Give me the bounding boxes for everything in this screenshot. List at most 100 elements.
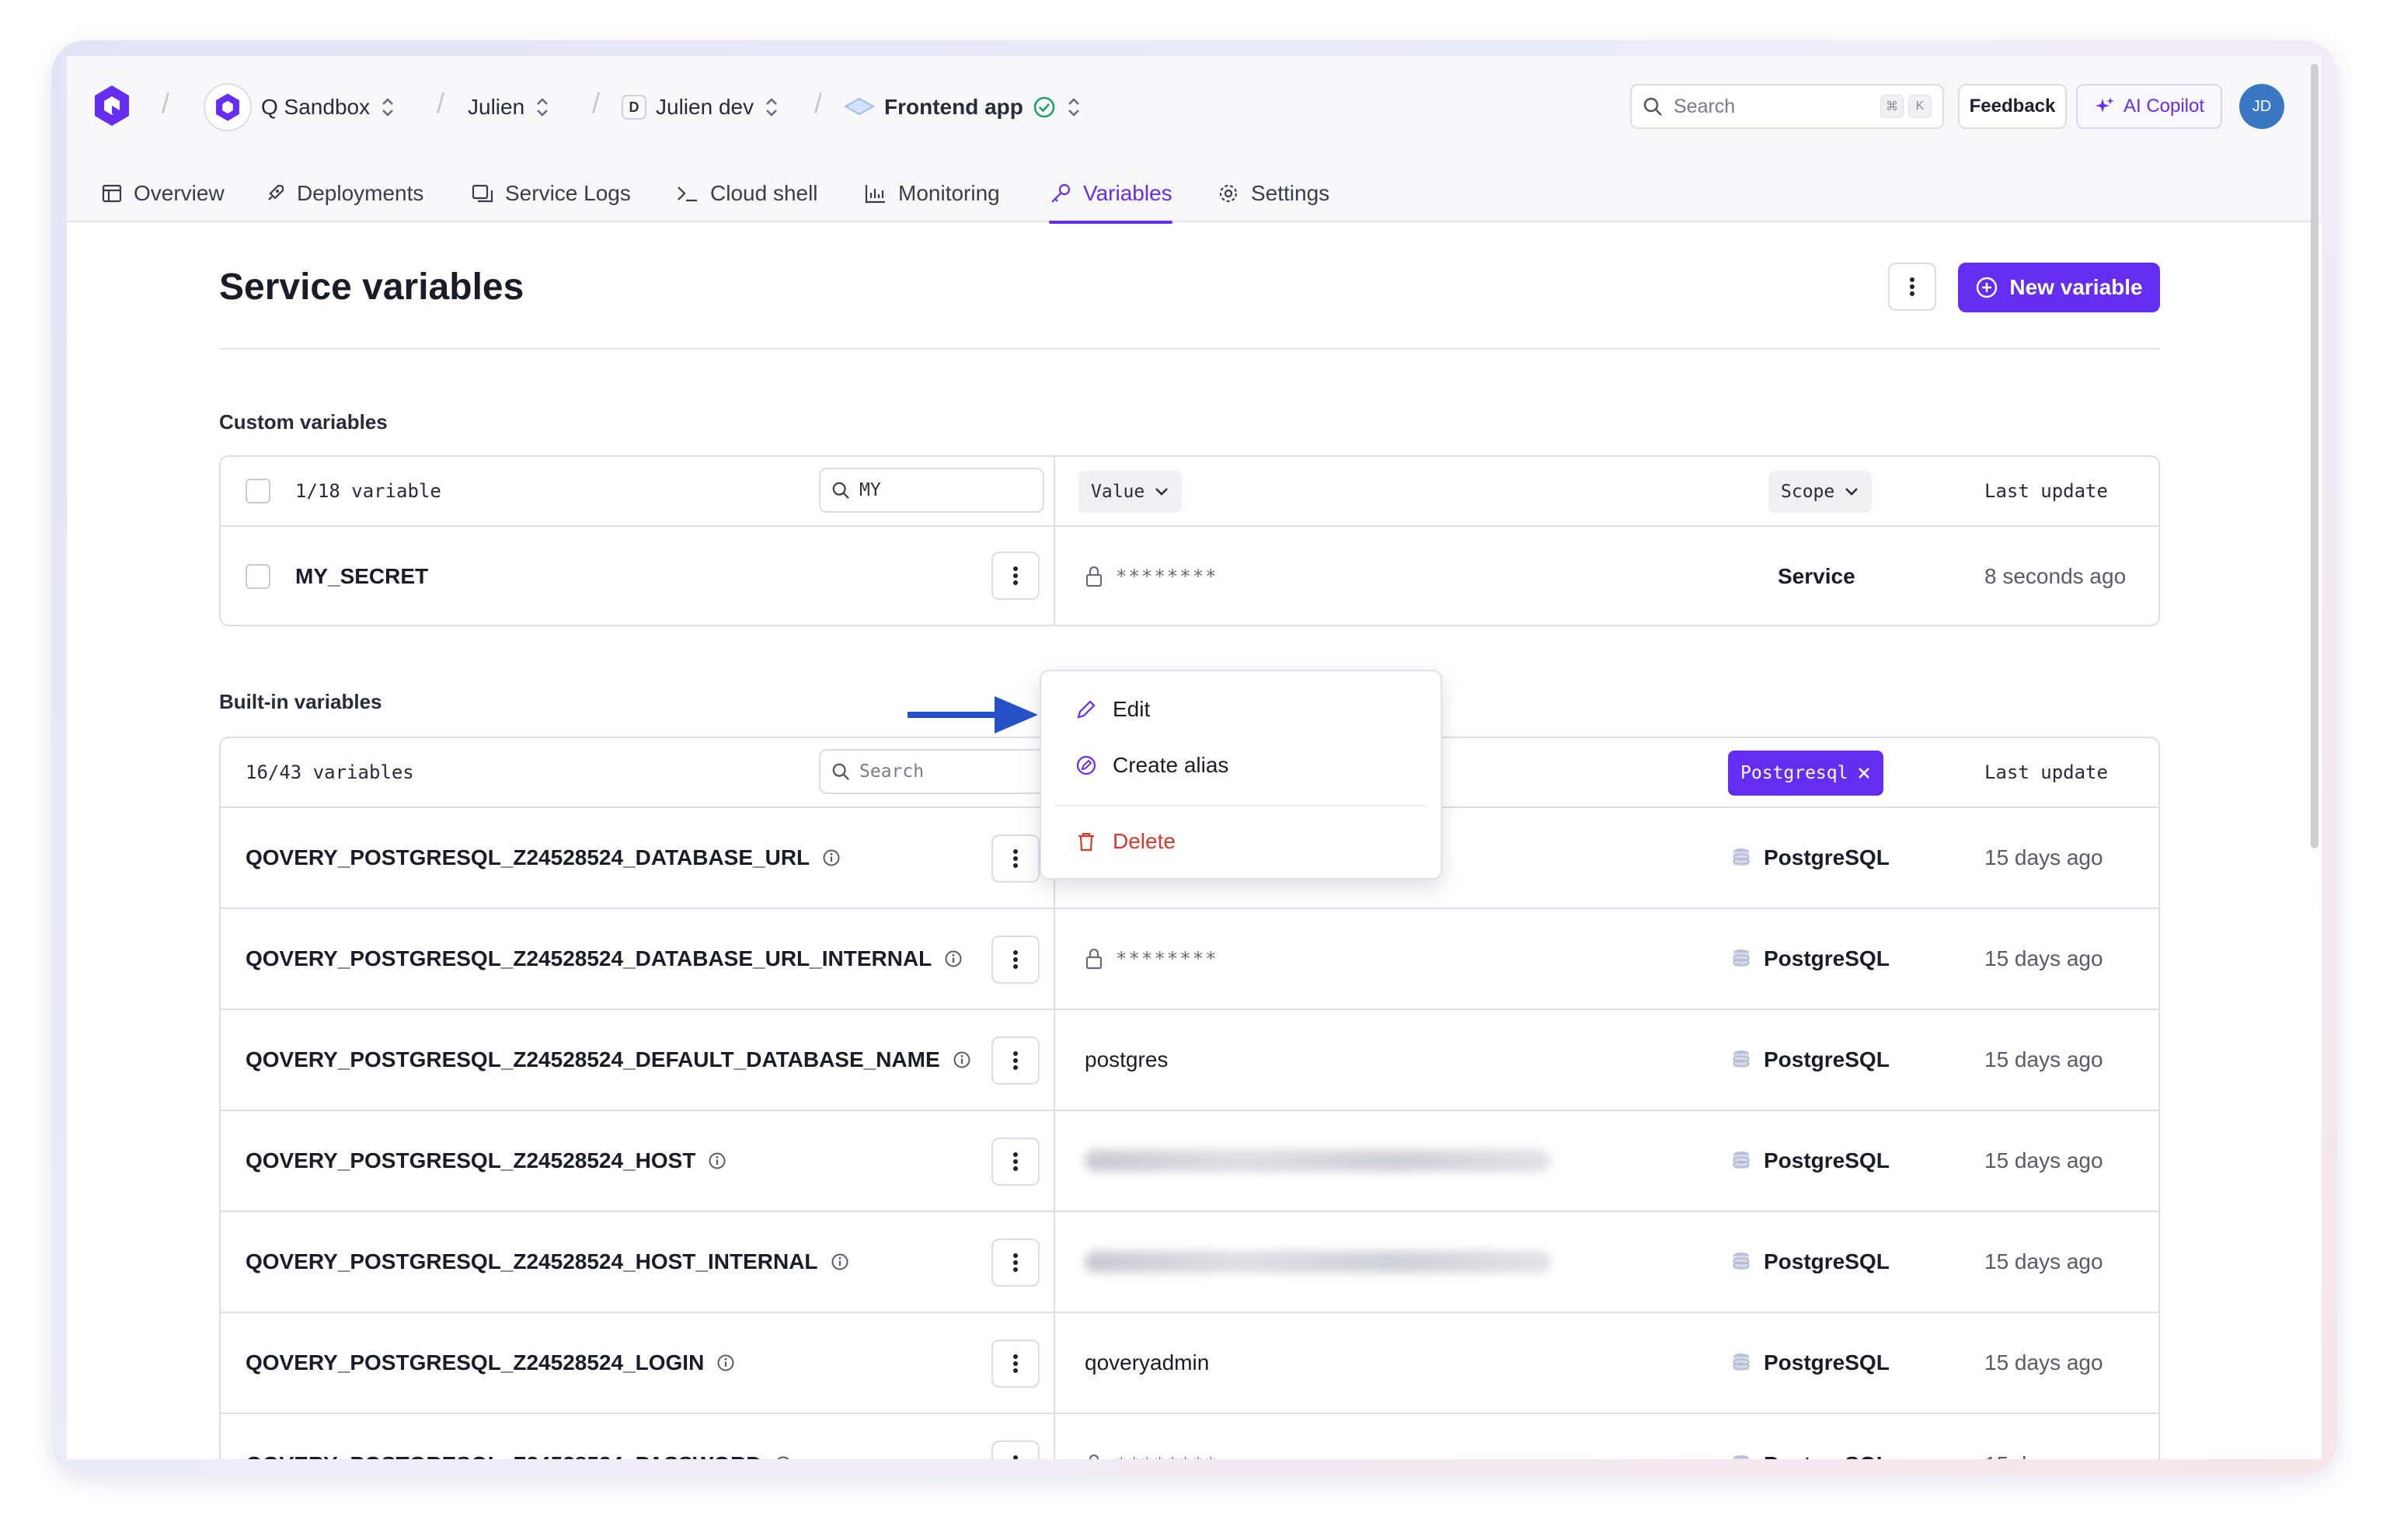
- info-icon[interactable]: [716, 1354, 735, 1372]
- row-context-menu: Edit Create alias Delete: [1040, 670, 1442, 880]
- breadcrumb-separator: /: [592, 87, 601, 119]
- tab-overview[interactable]: Overview: [101, 165, 225, 222]
- info-icon[interactable]: [822, 848, 841, 867]
- row-actions-button[interactable]: [991, 1037, 1040, 1085]
- builtin-search-input[interactable]: Search: [819, 749, 1044, 794]
- variable-name: QOVERY_POSTGRESQL_Z24528524_DATABASE_URL…: [246, 946, 932, 970]
- info-icon[interactable]: [831, 1253, 849, 1271]
- feedback-button[interactable]: Feedback: [1958, 84, 2067, 129]
- tab-label: Settings: [1251, 181, 1330, 205]
- search-placeholder: Search: [859, 761, 925, 782]
- qovery-logo-icon[interactable]: [92, 84, 132, 127]
- variable-filter-input[interactable]: MY: [819, 468, 1044, 513]
- row-actions-button[interactable]: [991, 1441, 1040, 1459]
- more-vertical-icon: [1012, 1353, 1019, 1375]
- breadcrumb-separator: /: [162, 87, 170, 119]
- breadcrumb-service[interactable]: Frontend app: [844, 84, 1082, 131]
- menu-item-delete[interactable]: Delete: [1041, 814, 1441, 869]
- variable-name: QOVERY_POSTGRESQL_Z24528524_DEFAULT_DATA…: [246, 1047, 940, 1071]
- row-checkbox[interactable]: [246, 564, 270, 589]
- variable-scope: PostgreSQL: [1764, 1148, 1890, 1172]
- variable-last-update: 15 days ago: [1984, 1350, 2103, 1375]
- vertical-scrollbar[interactable]: [2311, 64, 2319, 848]
- page-actions-button[interactable]: [1888, 263, 1936, 311]
- rocket-icon: [264, 183, 286, 204]
- row-actions-button[interactable]: [991, 1340, 1040, 1388]
- row-actions-button[interactable]: [991, 552, 1040, 600]
- shortcut-key: ⌘: [1880, 95, 1904, 118]
- variable-scope: PostgreSQL: [1764, 946, 1890, 970]
- global-search-input[interactable]: Search ⌘ K: [1630, 84, 1944, 129]
- service-name: Frontend app: [884, 95, 1023, 119]
- trash-icon: [1075, 831, 1097, 852]
- info-icon[interactable]: [774, 1455, 793, 1459]
- more-vertical-icon: [1909, 276, 1915, 298]
- scope-filter-chip[interactable]: Postgresql: [1728, 751, 1884, 796]
- value-column-sort[interactable]: Value: [1078, 471, 1183, 513]
- more-vertical-icon: [1012, 949, 1019, 970]
- breadcrumb-environment[interactable]: D Julien dev: [622, 84, 780, 131]
- database-icon: [1731, 1454, 1751, 1459]
- chevron-updown-icon: [1065, 96, 1082, 118]
- scope-header-label: Scope: [1781, 482, 1835, 502]
- variable-name: QOVERY_POSTGRESQL_Z24528524_HOST: [246, 1148, 696, 1172]
- breadcrumb-separator: /: [814, 87, 823, 119]
- gear-icon: [1217, 182, 1240, 205]
- shortcut-key: K: [1908, 95, 1932, 118]
- tab-label: Service Logs: [505, 181, 631, 205]
- variable-scope: Service: [1778, 564, 1855, 588]
- tab-monitoring[interactable]: Monitoring: [864, 165, 1000, 222]
- row-actions-button[interactable]: [991, 935, 1040, 984]
- variable-value: ********: [1116, 1454, 1218, 1459]
- variable-name: QOVERY_POSTGRESQL_Z24528524_DATABASE_URL: [246, 845, 810, 869]
- info-icon[interactable]: [708, 1152, 726, 1170]
- menu-item-edit[interactable]: Edit: [1041, 682, 1441, 737]
- variable-count: 16/43 variables: [246, 761, 414, 783]
- annotation-arrow-icon: [908, 693, 1040, 740]
- lock-icon: [1085, 565, 1103, 588]
- row-actions-button[interactable]: [991, 1138, 1040, 1186]
- header-divider: [219, 348, 2160, 350]
- status-check-icon: [1033, 96, 1056, 119]
- scope-filter-label: Postgresql: [1740, 763, 1848, 783]
- chevron-updown-icon: [534, 96, 551, 118]
- variable-last-update: 15 days ago: [1984, 946, 2103, 970]
- scope-column-sort[interactable]: Scope: [1768, 471, 1873, 513]
- more-vertical-icon: [1012, 1454, 1019, 1459]
- environment-badge: D: [622, 95, 646, 120]
- tab-label: Deployments: [297, 181, 424, 205]
- user-avatar[interactable]: JD: [2239, 84, 2284, 129]
- more-vertical-icon: [1012, 848, 1019, 869]
- menu-item-create-alias[interactable]: Create alias: [1041, 738, 1441, 793]
- logs-icon: [471, 183, 494, 204]
- layout-icon: [101, 183, 123, 204]
- variable-scope: PostgreSQL: [1764, 1047, 1890, 1071]
- project-name: Julien: [468, 95, 525, 119]
- variable-count: 1/18 variable: [295, 480, 441, 502]
- more-vertical-icon: [1012, 1151, 1019, 1172]
- breadcrumb-project[interactable]: Julien: [468, 84, 551, 131]
- new-variable-label: New variable: [2009, 275, 2143, 299]
- table-row: QOVERY_POSTGRESQL_Z24528524_HOST_INTERNA…: [221, 1212, 2158, 1313]
- select-all-checkbox[interactable]: [246, 479, 270, 503]
- tab-cloud-shell[interactable]: Cloud shell: [676, 165, 818, 222]
- top-bar: / Q Sandbox / Julien / D Julien dev / Fr…: [67, 56, 2322, 224]
- new-variable-button[interactable]: New variable: [1958, 263, 2160, 312]
- tab-variables[interactable]: Variables: [1049, 165, 1172, 224]
- page-title: Service variables: [219, 267, 524, 308]
- info-icon[interactable]: [944, 949, 963, 968]
- tab-service-logs[interactable]: Service Logs: [471, 165, 631, 222]
- row-actions-button[interactable]: [991, 1239, 1040, 1287]
- tab-deployments[interactable]: Deployments: [264, 165, 423, 222]
- search-icon: [831, 481, 850, 500]
- variable-name: QOVERY_POSTGRESQL_Z24528524_PASSWORD: [246, 1452, 761, 1459]
- breadcrumb-org[interactable]: Q Sandbox: [204, 83, 396, 131]
- variable-scope: PostgreSQL: [1764, 845, 1890, 869]
- tab-settings[interactable]: Settings: [1217, 165, 1329, 222]
- variable-last-update: 15 days ago: [1984, 845, 2103, 869]
- row-actions-button[interactable]: [991, 834, 1040, 883]
- close-icon[interactable]: [1857, 766, 1871, 780]
- table-row: QOVERY_POSTGRESQL_Z24528524_DEFAULT_DATA…: [221, 1010, 2158, 1111]
- info-icon[interactable]: [953, 1050, 971, 1069]
- ai-copilot-button[interactable]: AI Copilot: [2076, 84, 2222, 129]
